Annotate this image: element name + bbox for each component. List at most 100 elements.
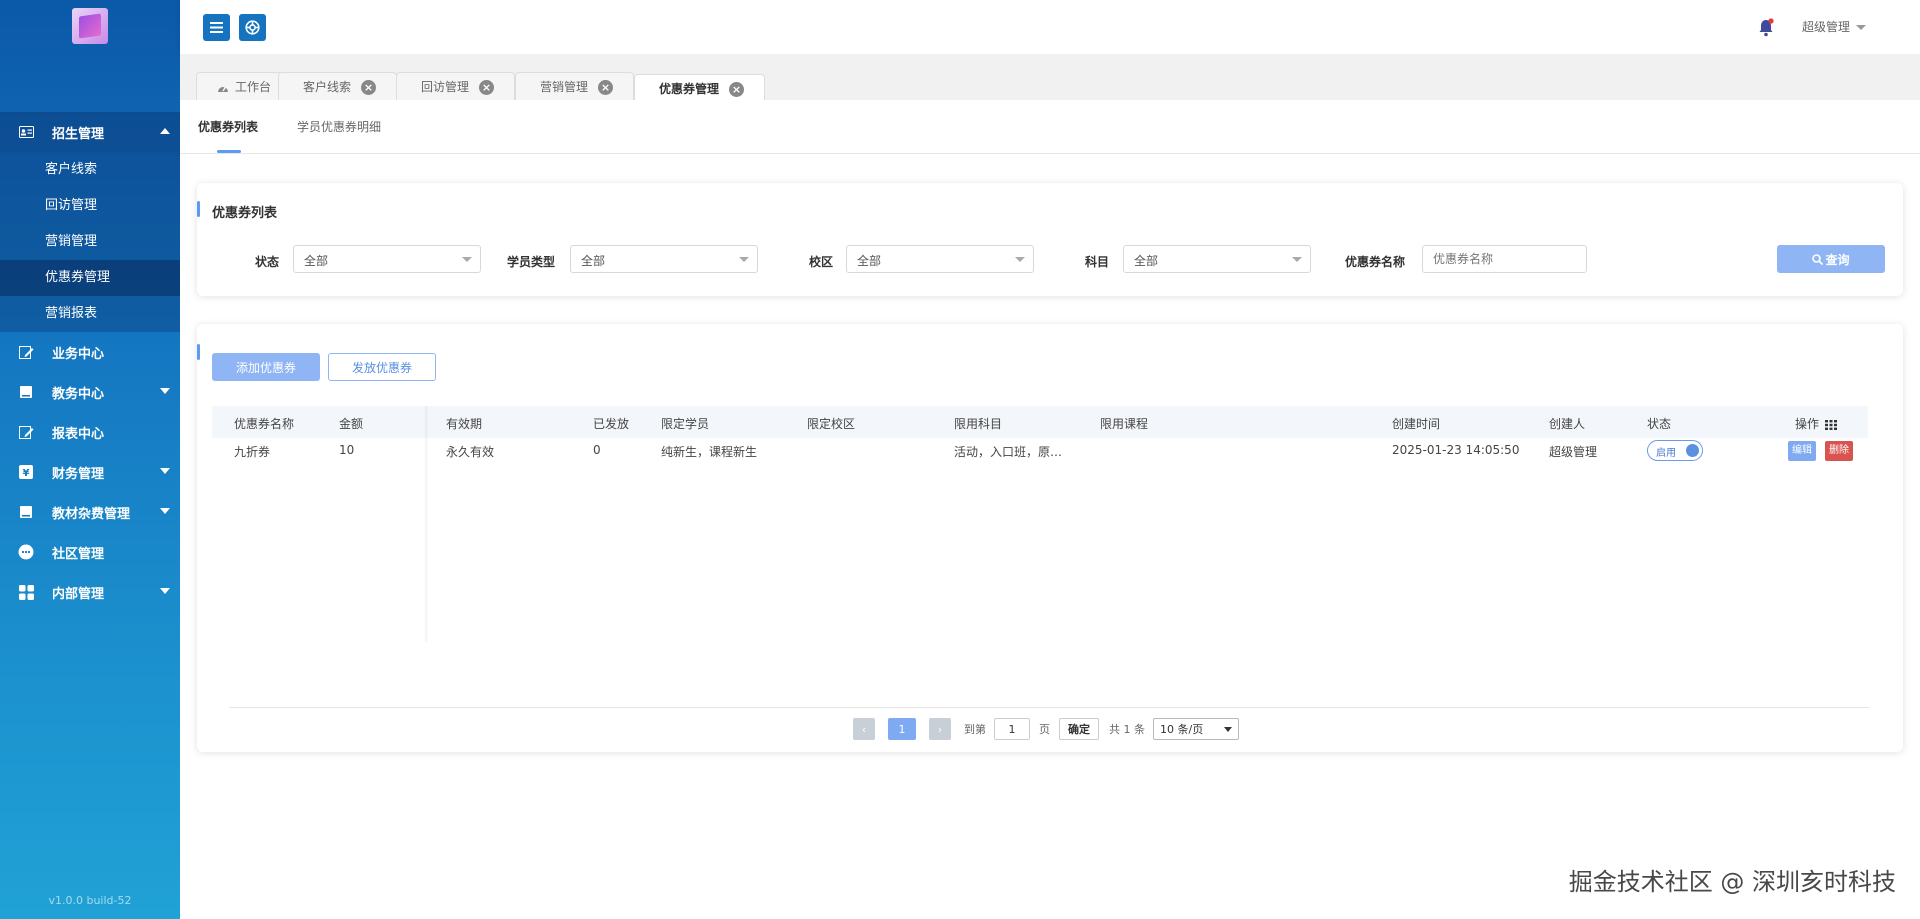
cell-created-at: 2025-01-23 14:05:50 bbox=[1392, 443, 1520, 457]
close-icon[interactable]: × bbox=[729, 82, 745, 97]
cell-limited-students: 纯新生，课程新生 bbox=[661, 445, 758, 459]
book-icon bbox=[18, 384, 34, 400]
prev-page-button[interactable]: ‹ bbox=[853, 718, 875, 740]
goto-confirm-button[interactable]: 确定 bbox=[1059, 718, 1099, 740]
select-value: 全部 bbox=[857, 254, 882, 268]
sidebar-group-finance[interactable]: ¥ 财务管理 bbox=[0, 452, 180, 492]
toggle-knob bbox=[1686, 444, 1699, 457]
watermark: 掘金技术社区 @ 深圳亥时科技 bbox=[1568, 868, 1896, 896]
sidebar-group-materials[interactable]: 教材杂费管理 bbox=[0, 492, 180, 532]
title-accent bbox=[197, 344, 200, 360]
finance-icon: ¥ bbox=[18, 464, 34, 480]
total-count: 共 1 条 bbox=[1109, 723, 1145, 736]
status-label: 状态 bbox=[255, 255, 280, 269]
table-card: 添加优惠券 发放优惠券 优惠券名称 金额 有效期 已发放 限定学员 限定校区 限… bbox=[197, 324, 1903, 752]
page-1-button[interactable]: 1 bbox=[888, 718, 916, 740]
hamburger-icon bbox=[210, 22, 223, 33]
user-menu[interactable]: 超级管理 bbox=[1802, 18, 1867, 35]
page-size-value: 10 条/页 bbox=[1160, 723, 1204, 736]
subject-select[interactable]: 全部 bbox=[1123, 245, 1311, 273]
chevron-down-icon bbox=[462, 257, 472, 262]
student-type-select[interactable]: 全部 bbox=[570, 245, 758, 273]
sidebar-group-enrollment[interactable]: 招生管理 bbox=[0, 112, 180, 152]
status-toggle[interactable]: 启用 bbox=[1647, 440, 1703, 461]
sidebar-group-label: 招生管理 bbox=[52, 126, 105, 142]
chevron-down-icon bbox=[160, 588, 170, 594]
next-page-button[interactable]: › bbox=[929, 718, 951, 740]
filter-title: 优惠券列表 bbox=[212, 206, 278, 221]
sidebar-group-academic[interactable]: 教务中心 bbox=[0, 372, 180, 412]
sidebar-group-internal[interactable]: 内部管理 bbox=[0, 572, 180, 612]
sidebar-item-coupons[interactable]: 优惠券管理 bbox=[0, 260, 180, 296]
goto-page-input[interactable]: 1 bbox=[994, 718, 1030, 740]
cell-limited-subjects: 活动，入口班，原… bbox=[954, 445, 1063, 459]
sidebar-menu: 招生管理 客户线索 回访管理 营销管理 优惠券管理 营销报表 业务中心 教务中心 bbox=[0, 112, 180, 612]
cell-amount: 10 bbox=[339, 443, 355, 457]
sidebar-group-label: 内部管理 bbox=[52, 586, 105, 602]
sidebar-group-label: 社区管理 bbox=[52, 546, 105, 562]
subtab-coupon-list[interactable]: 优惠券列表 bbox=[198, 118, 258, 135]
tab-marketing[interactable]: 营销管理 × bbox=[515, 72, 635, 100]
user-name: 超级管理 bbox=[1802, 20, 1851, 34]
tab-coupons[interactable]: 优惠券管理 × bbox=[634, 74, 766, 100]
dashboard-icon bbox=[218, 86, 228, 92]
table-row: 九折券 10 永久有效 0 纯新生，课程新生 活动，入口班，原… 2025-01… bbox=[212, 406, 1868, 476]
search-icon bbox=[1812, 253, 1824, 265]
sub-tabs: 优惠券列表 学员优惠券明细 bbox=[180, 100, 1920, 154]
app-logo[interactable] bbox=[72, 8, 108, 44]
query-button[interactable]: 查询 bbox=[1777, 245, 1885, 273]
page-size-select[interactable]: 10 条/页 bbox=[1153, 718, 1239, 740]
title-accent bbox=[197, 201, 200, 217]
chevron-down-icon bbox=[160, 508, 170, 514]
help-button[interactable] bbox=[239, 14, 266, 41]
student-type-label: 学员类型 bbox=[507, 255, 556, 269]
status-select[interactable]: 全部 bbox=[293, 245, 481, 273]
sidebar-item-marketing[interactable]: 营销管理 bbox=[0, 224, 180, 260]
sidebar-group-reports[interactable]: 报表中心 bbox=[0, 412, 180, 452]
tab-label: 回访管理 bbox=[421, 80, 470, 94]
cell-creator: 超级管理 bbox=[1549, 445, 1598, 459]
edit-button[interactable]: 编辑 bbox=[1788, 441, 1816, 461]
sidebar: 招生管理 客户线索 回访管理 营销管理 优惠券管理 营销报表 业务中心 教务中心 bbox=[0, 0, 180, 919]
sidebar-group-business[interactable]: 业务中心 bbox=[0, 332, 180, 372]
close-icon[interactable]: × bbox=[361, 80, 377, 95]
subject-label: 科目 bbox=[1085, 255, 1110, 269]
menu-toggle-button[interactable] bbox=[203, 14, 230, 41]
chevron-up-icon bbox=[160, 128, 170, 134]
tab-followup[interactable]: 回访管理 × bbox=[396, 72, 516, 100]
page-suffix: 页 bbox=[1039, 723, 1050, 736]
version-label: v1.0.0 build-52 bbox=[48, 894, 132, 907]
chevron-down-icon bbox=[739, 257, 749, 262]
issue-coupon-button[interactable]: 发放优惠券 bbox=[328, 353, 436, 381]
chevron-down-icon bbox=[1015, 257, 1025, 262]
goto-prefix: 到第 bbox=[964, 723, 986, 736]
report-icon bbox=[18, 424, 34, 440]
close-icon[interactable]: × bbox=[479, 80, 495, 95]
sidebar-group-community[interactable]: 社区管理 bbox=[0, 532, 180, 572]
delete-button[interactable]: 删除 bbox=[1825, 441, 1853, 461]
id-card-icon bbox=[18, 124, 34, 140]
select-value: 全部 bbox=[581, 254, 606, 268]
svg-text:¥: ¥ bbox=[23, 468, 30, 479]
campus-select[interactable]: 全部 bbox=[846, 245, 1034, 273]
add-coupon-button[interactable]: 添加优惠券 bbox=[212, 353, 320, 381]
sidebar-item-leads[interactable]: 客户线索 bbox=[0, 152, 180, 188]
sidebar-group-label: 财务管理 bbox=[52, 466, 105, 482]
active-tab-indicator bbox=[217, 150, 241, 153]
subtab-student-coupon-details[interactable]: 学员优惠券明细 bbox=[297, 118, 381, 135]
sidebar-item-marketing-report[interactable]: 营销报表 bbox=[0, 296, 180, 332]
sidebar-group-label: 业务中心 bbox=[52, 346, 105, 362]
sidebar-item-followup[interactable]: 回访管理 bbox=[0, 188, 180, 224]
filter-card: 优惠券列表 状态 全部 学员类型 全部 校区 全部 科目 全部 优惠券名称 查询 bbox=[197, 183, 1903, 296]
campus-label: 校区 bbox=[809, 255, 834, 269]
lifebuoy-icon bbox=[245, 20, 260, 35]
tab-label: 营销管理 bbox=[540, 80, 589, 94]
coupon-name-label: 优惠券名称 bbox=[1345, 255, 1406, 269]
tab-leads[interactable]: 客户线索 × bbox=[278, 72, 398, 100]
coupon-name-input[interactable] bbox=[1422, 245, 1587, 273]
cell-validity: 永久有效 bbox=[446, 445, 495, 459]
tab-label: 工作台 bbox=[235, 80, 272, 94]
notification-bell-icon[interactable] bbox=[1758, 18, 1774, 37]
fixed-column-divider bbox=[425, 406, 429, 642]
close-icon[interactable]: × bbox=[598, 80, 614, 95]
